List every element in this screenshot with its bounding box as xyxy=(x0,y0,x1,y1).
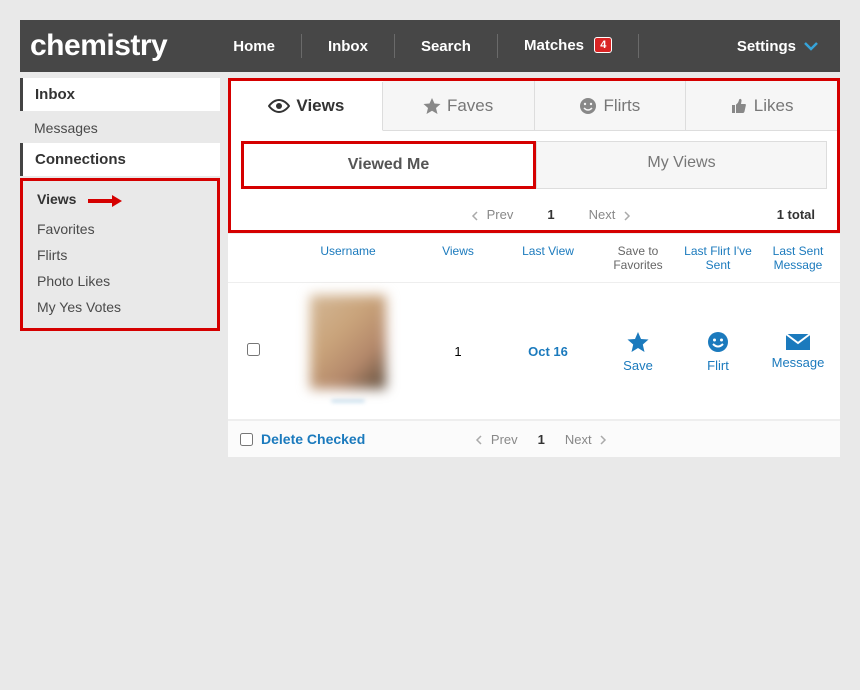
th-save-favorites: Save to Favorites xyxy=(598,244,678,272)
sidebar-item-flirts[interactable]: Flirts xyxy=(23,242,217,268)
tabs: Views Faves Flirts xyxy=(231,81,837,131)
tab-views[interactable]: Views xyxy=(231,82,383,131)
pager-next-label: Next xyxy=(589,207,616,222)
pager-page: 1 xyxy=(527,207,574,222)
pager-next-bottom[interactable]: Next xyxy=(565,432,607,447)
subtab-my-views[interactable]: My Views xyxy=(536,141,827,189)
sidebar-item-label: Views xyxy=(37,191,76,207)
sidebar-item-views[interactable]: Views xyxy=(23,185,217,216)
pager-next-label: Next xyxy=(565,432,592,447)
message-label: Message xyxy=(772,355,825,370)
avatar xyxy=(310,295,386,389)
tab-label: Flirts xyxy=(603,96,640,116)
tab-faves[interactable]: Faves xyxy=(383,81,535,130)
nav-divider xyxy=(638,34,639,58)
highlighted-top-area: Views Faves Flirts xyxy=(228,78,840,233)
pager-prev-label: Prev xyxy=(491,432,518,447)
sidebar-connections-box: Views Favorites Flirts Photo Likes My Ye… xyxy=(20,178,220,331)
top-nav: chemistry Home Inbox Search Matches 4 Se… xyxy=(20,20,840,72)
chevron-down-icon xyxy=(804,41,818,51)
pager-total: 1 total xyxy=(777,207,821,222)
matches-badge: 4 xyxy=(594,37,612,53)
sidebar-item-messages[interactable]: Messages xyxy=(20,113,220,143)
nav-items: Home Inbox Search Matches 4 Settings xyxy=(207,34,828,58)
eye-icon xyxy=(268,98,290,114)
nav-matches-label: Matches xyxy=(524,37,584,54)
save-label: Save xyxy=(623,358,653,373)
pager-prev-label: Prev xyxy=(487,207,514,222)
username-blurred: ——— xyxy=(278,395,418,407)
sidebar-inbox-header[interactable]: Inbox xyxy=(20,78,220,111)
brand-logo: chemistry xyxy=(30,29,207,63)
nav-inbox[interactable]: Inbox xyxy=(302,38,394,55)
message-action[interactable]: Message xyxy=(758,333,838,370)
star-icon xyxy=(626,330,650,354)
cell-user[interactable]: ——— xyxy=(278,295,418,407)
th-last-view[interactable]: Last View xyxy=(498,244,598,272)
cell-last-view-value: Oct 16 xyxy=(528,344,568,359)
th-username[interactable]: Username xyxy=(278,244,418,272)
table-header: Username Views Last View Save to Favorit… xyxy=(228,233,840,283)
cell-last-view: Oct 16 xyxy=(498,344,598,359)
pager-page-bottom: 1 xyxy=(518,432,565,447)
table-row: ——— 1 Oct 16 Save xyxy=(228,283,840,420)
th-views[interactable]: Views xyxy=(418,244,498,272)
save-action[interactable]: Save xyxy=(598,330,678,373)
th-checkbox xyxy=(228,244,278,272)
tab-label: Likes xyxy=(754,96,794,116)
select-all-checkbox[interactable] xyxy=(240,433,253,446)
pager-top: Prev 1 Next 1 total xyxy=(231,199,837,230)
smile-icon xyxy=(706,330,730,354)
flirt-label: Flirt xyxy=(707,358,729,373)
pager-prev[interactable]: Prev xyxy=(457,207,527,222)
th-last-sent-msg[interactable]: Last Sent Message xyxy=(758,244,838,272)
sidebar-item-favorites[interactable]: Favorites xyxy=(23,216,217,242)
nav-home[interactable]: Home xyxy=(207,38,301,55)
nav-settings[interactable]: Settings xyxy=(711,38,828,55)
sidebar-item-my-yes-votes[interactable]: My Yes Votes xyxy=(23,294,217,320)
arrow-right-icon xyxy=(88,190,124,211)
subtab-viewed-me[interactable]: Viewed Me xyxy=(241,141,536,189)
main-panel: Views Faves Flirts xyxy=(228,78,840,457)
tab-flirts[interactable]: Flirts xyxy=(535,81,687,130)
row-checkbox[interactable] xyxy=(247,343,260,356)
table-footer: Delete Checked Prev 1 Next xyxy=(228,420,840,457)
nav-matches[interactable]: Matches 4 xyxy=(498,37,638,55)
results-table: Username Views Last View Save to Favorit… xyxy=(228,233,840,457)
sidebar-item-photo-likes[interactable]: Photo Likes xyxy=(23,268,217,294)
subtabs: Viewed Me My Views xyxy=(231,131,837,199)
sidebar: Inbox Messages Connections Views Favorit… xyxy=(20,78,220,457)
sidebar-connections-header[interactable]: Connections xyxy=(20,143,220,176)
tab-label: Views xyxy=(296,96,344,116)
nav-settings-label: Settings xyxy=(737,38,796,55)
tab-label: Faves xyxy=(447,96,493,116)
flirt-action[interactable]: Flirt xyxy=(678,330,758,373)
th-last-flirt[interactable]: Last Flirt I've Sent xyxy=(678,244,758,272)
pager-next[interactable]: Next xyxy=(575,207,645,222)
app-root: chemistry Home Inbox Search Matches 4 Se… xyxy=(20,20,840,457)
body: Inbox Messages Connections Views Favorit… xyxy=(20,78,840,457)
smile-icon xyxy=(579,97,597,115)
nav-search[interactable]: Search xyxy=(395,38,497,55)
star-icon xyxy=(423,97,441,115)
delete-checked-link[interactable]: Delete Checked xyxy=(261,431,365,447)
tab-likes[interactable]: Likes xyxy=(686,81,837,130)
envelope-icon xyxy=(785,333,811,351)
thumbs-up-icon xyxy=(730,97,748,115)
pager-prev-bottom[interactable]: Prev xyxy=(475,432,517,447)
cell-views: 1 xyxy=(418,344,498,359)
